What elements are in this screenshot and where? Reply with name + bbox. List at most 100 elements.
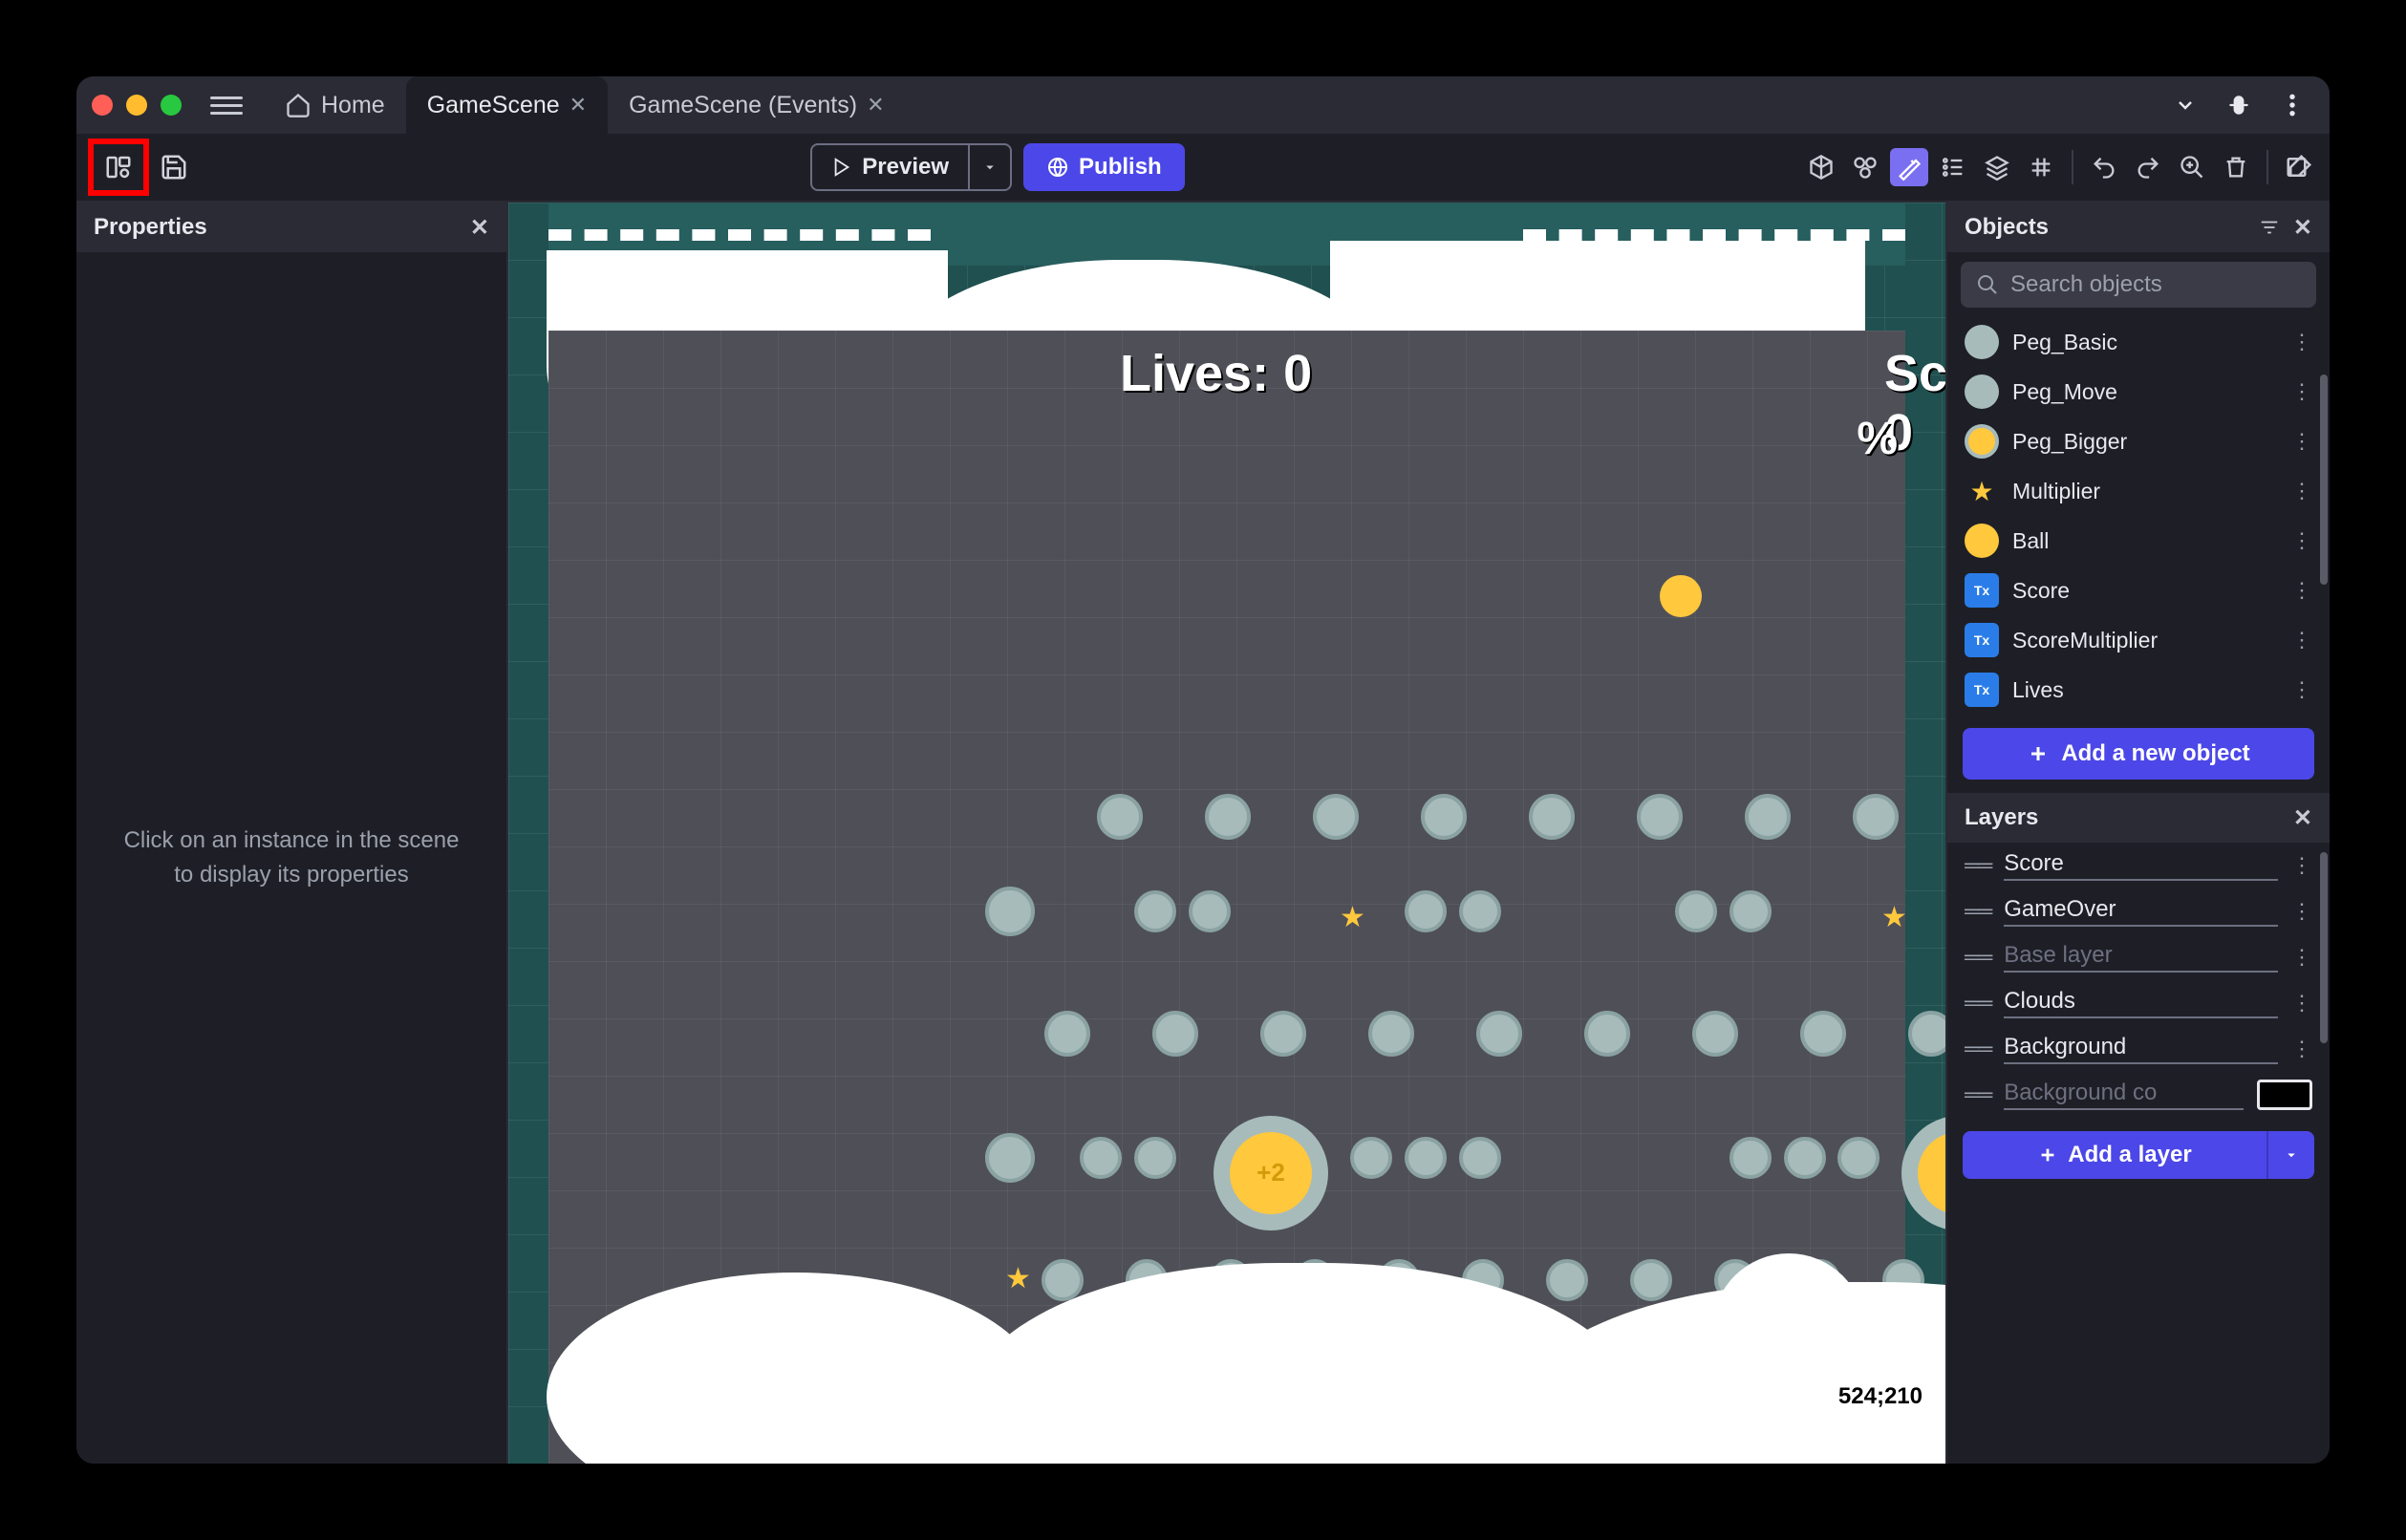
more-icon[interactable]: ⋮ bbox=[2291, 628, 2312, 652]
drag-handle-icon[interactable]: ══ bbox=[1965, 1082, 1990, 1107]
more-icon[interactable]: ⋮ bbox=[2291, 853, 2312, 878]
peg-instance[interactable] bbox=[1853, 794, 1899, 840]
peg-instance[interactable] bbox=[1637, 794, 1683, 840]
peg-instance[interactable] bbox=[1546, 1259, 1588, 1301]
peg-instance[interactable] bbox=[1584, 1011, 1630, 1057]
layer-item[interactable]: ══ Score ⋮ bbox=[1947, 843, 2330, 888]
peg-instance[interactable] bbox=[1080, 1137, 1122, 1179]
peg-instance[interactable] bbox=[985, 1133, 1035, 1183]
zoom-icon[interactable] bbox=[2173, 148, 2211, 186]
peg-instance[interactable] bbox=[1097, 794, 1143, 840]
peg-instance[interactable] bbox=[1800, 1011, 1846, 1057]
peg-instance[interactable] bbox=[1729, 1137, 1772, 1179]
peg-instance[interactable] bbox=[1476, 1011, 1522, 1057]
object-item[interactable]: Ball ⋮ bbox=[1947, 516, 2330, 566]
drag-handle-icon[interactable]: ══ bbox=[1965, 899, 1990, 924]
more-icon[interactable]: ⋮ bbox=[2291, 945, 2312, 970]
peg-instance[interactable] bbox=[1459, 1137, 1501, 1179]
grid-toggle-icon[interactable] bbox=[2022, 148, 2060, 186]
more-icon[interactable]: ⋮ bbox=[2291, 1037, 2312, 1061]
edit-scene-icon[interactable] bbox=[2280, 148, 2318, 186]
object-item[interactable]: Tx ScoreMultiplier ⋮ bbox=[1947, 615, 2330, 665]
properties-panel-icon[interactable] bbox=[1890, 148, 1928, 186]
layers-icon[interactable] bbox=[1978, 148, 2016, 186]
tab-home[interactable]: Home bbox=[264, 76, 406, 134]
peg-instance[interactable] bbox=[1675, 890, 1717, 932]
peg-instance[interactable] bbox=[1152, 1011, 1198, 1057]
object-item[interactable]: Tx Lives ⋮ bbox=[1947, 665, 2330, 715]
peg-instance[interactable] bbox=[1042, 1259, 1084, 1301]
peg-instance[interactable] bbox=[1837, 1137, 1880, 1179]
more-icon[interactable]: ⋮ bbox=[2291, 991, 2312, 1016]
color-chip[interactable] bbox=[2257, 1080, 2312, 1110]
ball-instance[interactable] bbox=[1660, 575, 1702, 617]
object-item[interactable]: ★ Multiplier ⋮ bbox=[1947, 466, 2330, 516]
peg-instance[interactable] bbox=[1368, 1011, 1414, 1057]
drag-handle-icon[interactable]: ══ bbox=[1965, 991, 1990, 1016]
tab-gamescene-events[interactable]: GameScene (Events) ✕ bbox=[608, 76, 905, 134]
extensions-icon[interactable] bbox=[2224, 91, 2253, 119]
peg-instance[interactable] bbox=[1405, 1137, 1447, 1179]
scrollbar[interactable] bbox=[2320, 374, 2328, 705]
delete-icon[interactable] bbox=[2217, 148, 2255, 186]
drag-handle-icon[interactable]: ══ bbox=[1965, 1037, 1990, 1061]
peg-instance[interactable] bbox=[985, 887, 1035, 936]
tab-gamescene[interactable]: GameScene ✕ bbox=[406, 76, 608, 134]
more-icon[interactable]: ⋮ bbox=[2291, 528, 2312, 553]
peg-instance[interactable] bbox=[1459, 890, 1501, 932]
peg-instance[interactable] bbox=[1784, 1137, 1826, 1179]
peg-instance[interactable] bbox=[1630, 1259, 1672, 1301]
close-icon[interactable]: ✕ bbox=[867, 93, 884, 118]
peg-instance[interactable] bbox=[1313, 794, 1359, 840]
layer-item[interactable]: ══ GameOver ⋮ bbox=[1947, 888, 2330, 934]
peg-instance[interactable] bbox=[1044, 1011, 1090, 1057]
close-icon[interactable]: ✕ bbox=[470, 214, 489, 242]
instances-list-icon[interactable] bbox=[1934, 148, 1972, 186]
publish-button[interactable]: Publish bbox=[1023, 143, 1185, 191]
layer-item[interactable]: ══ Base layer ⋮ bbox=[1947, 934, 2330, 980]
redo-icon[interactable] bbox=[2129, 148, 2167, 186]
peg-instance[interactable] bbox=[1421, 794, 1467, 840]
object-item[interactable]: Peg_Bigger ⋮ bbox=[1947, 417, 2330, 466]
more-icon[interactable]: ⋮ bbox=[2291, 677, 2312, 702]
peg-instance[interactable] bbox=[1745, 794, 1791, 840]
menu-button[interactable] bbox=[210, 96, 243, 115]
layer-item[interactable]: ══ Background co bbox=[1947, 1072, 2330, 1118]
more-icon[interactable]: ⋮ bbox=[2291, 899, 2312, 924]
add-object-button[interactable]: Add a new object bbox=[1963, 728, 2314, 780]
more-icon[interactable]: ⋮ bbox=[2291, 330, 2312, 354]
object-item[interactable]: Tx Score ⋮ bbox=[1947, 566, 2330, 615]
peg-instance[interactable] bbox=[1189, 890, 1231, 932]
object-item[interactable]: Peg_Move ⋮ bbox=[1947, 367, 2330, 417]
peg-instance[interactable] bbox=[1260, 1011, 1306, 1057]
preview-dropdown[interactable] bbox=[968, 145, 1010, 189]
close-icon[interactable]: ✕ bbox=[2293, 804, 2312, 832]
peg-instance[interactable] bbox=[1529, 794, 1575, 840]
search-input[interactable]: Search objects bbox=[1961, 262, 2316, 308]
more-icon[interactable]: ⋮ bbox=[2291, 379, 2312, 404]
close-icon[interactable]: ✕ bbox=[569, 93, 587, 118]
scene-canvas[interactable]: Lives: 0 Score: 0 % ★ ★ ★ ★ +2 +2 524;21… bbox=[508, 203, 1945, 1464]
add-layer-dropdown[interactable] bbox=[2266, 1131, 2314, 1179]
peg-instance[interactable] bbox=[1205, 794, 1251, 840]
peg-instance[interactable] bbox=[1350, 1137, 1392, 1179]
drag-handle-icon[interactable]: ══ bbox=[1965, 945, 1990, 970]
peg-instance[interactable] bbox=[1692, 1011, 1738, 1057]
cube-icon[interactable] bbox=[1802, 148, 1840, 186]
layer-item[interactable]: ══ Clouds ⋮ bbox=[1947, 980, 2330, 1026]
object-item[interactable]: Peg_Basic ⋮ bbox=[1947, 317, 2330, 367]
layer-item[interactable]: ══ Background ⋮ bbox=[1947, 1026, 2330, 1072]
peg-instance[interactable] bbox=[1405, 890, 1447, 932]
close-window-icon[interactable] bbox=[92, 95, 113, 116]
multiplier-star[interactable]: ★ bbox=[1881, 901, 1907, 934]
multiplier-star[interactable]: ★ bbox=[1005, 1262, 1031, 1295]
peg-instance[interactable] bbox=[1729, 890, 1772, 932]
save-icon[interactable] bbox=[155, 148, 193, 186]
multiplier-star[interactable]: ★ bbox=[1340, 901, 1365, 934]
more-icon[interactable]: ⋮ bbox=[2291, 479, 2312, 503]
object-groups-icon[interactable] bbox=[1846, 148, 1884, 186]
peg-instance[interactable] bbox=[1134, 890, 1176, 932]
peg-instance[interactable] bbox=[1134, 1137, 1176, 1179]
add-layer-button[interactable]: Add a layer bbox=[1963, 1131, 2266, 1179]
drag-handle-icon[interactable]: ══ bbox=[1965, 853, 1990, 878]
